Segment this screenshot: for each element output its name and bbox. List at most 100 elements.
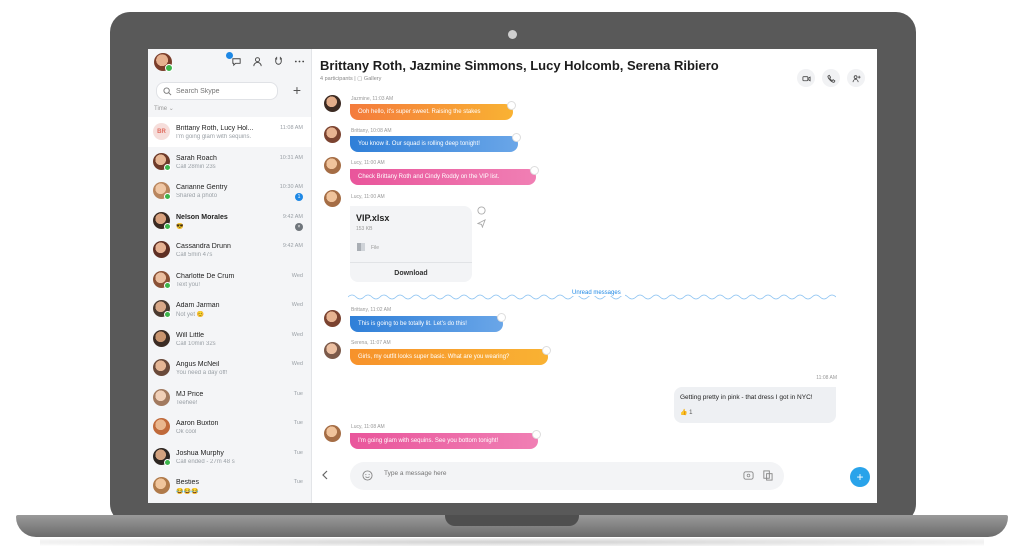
- avatar: [153, 300, 171, 318]
- message-bubble[interactable]: Girls, my outfit looks super basic. What…: [350, 346, 551, 365]
- conversation-time: Tue: [293, 420, 303, 426]
- message-text: Getting pretty in pink - that dress I go…: [680, 394, 813, 401]
- conversation-item[interactable]: Aaron Buxton Ok cool Tue: [148, 412, 311, 442]
- reaction-icon[interactable]: [532, 430, 541, 439]
- message-bubble[interactable]: You know it. Our squad is rolling deep t…: [350, 133, 521, 152]
- notification-dot: [226, 52, 233, 59]
- forward-icon[interactable]: [477, 219, 486, 228]
- message-text: I'm going glam with sequins. See you bot…: [358, 438, 499, 444]
- reaction-icon[interactable]: [542, 346, 551, 355]
- conversation-preview: I'm going glam with sequins.: [176, 134, 252, 140]
- conversation-name: Adam Jarman: [176, 302, 220, 309]
- reaction-icon[interactable]: [477, 206, 486, 215]
- conversation-item[interactable]: MJ Price Teehee! Tue: [148, 383, 311, 413]
- conversation-item[interactable]: BR Brittany Roth, Lucy Hol... I'm going …: [148, 117, 311, 147]
- avatar: [153, 152, 171, 171]
- reaction-icon[interactable]: [530, 166, 539, 175]
- conversation-name: Brittany Roth, Lucy Hol...: [176, 125, 254, 132]
- chat-bubbles-icon[interactable]: [226, 52, 242, 67]
- conversation-item[interactable]: Angus McNeil You need a day off! Wed: [148, 353, 311, 383]
- conversation-item[interactable]: Joshua Murphy Call ended - 27m 48 s Tue: [148, 442, 311, 472]
- conversation-item[interactable]: Nelson Morales 😎 9:42 AM ×: [148, 206, 311, 236]
- conversation-time: 10:30 AM: [279, 184, 303, 190]
- reaction-count[interactable]: 👍 1: [680, 409, 692, 416]
- reaction-icon[interactable]: [497, 313, 506, 322]
- dialpad-icon[interactable]: [272, 55, 284, 67]
- conversation-preview: You need a day off!: [176, 370, 228, 376]
- chevron-left-icon[interactable]: [319, 469, 331, 481]
- conversation-item[interactable]: Will Little Call 10min 32s Wed: [148, 324, 311, 354]
- conversation-item[interactable]: Carianne Gentry Shared a photo 10:30 AM …: [148, 176, 311, 206]
- presence-dot: [164, 193, 171, 200]
- conversation-preview: Call 10min 32s: [176, 340, 216, 347]
- sender-avatar: [324, 95, 341, 112]
- outgoing-message[interactable]: Getting pretty in pink - that dress I go…: [674, 387, 836, 423]
- gif-icon[interactable]: [743, 470, 754, 481]
- message-text: Ooh hello, it's super sweet. Raising the…: [358, 109, 481, 115]
- conversation-time: 9:42 AM: [282, 213, 303, 220]
- video-icon: [801, 75, 811, 81]
- muted-badge: ×: [295, 222, 303, 231]
- conversation-name: Aaron Buxton: [176, 420, 219, 427]
- conversation-time: Wed: [291, 361, 303, 367]
- presence-dot: [164, 222, 171, 230]
- message-meta: Brittany, 10:08 AM: [351, 128, 392, 134]
- conversation-name: Joshua Murphy: [176, 449, 224, 457]
- conversation-item[interactable]: Adam Jarman Not yet 😊 Wed: [148, 294, 311, 324]
- conversation-name: Besties: [176, 479, 199, 486]
- sender-avatar: [324, 190, 341, 207]
- phone-icon: [826, 74, 835, 83]
- avatar: [153, 447, 171, 466]
- presence-dot: [164, 163, 171, 171]
- message-bubble[interactable]: This is going to be totally lit. Let's d…: [350, 313, 506, 332]
- message-text: Check Brittany Roth and Cindy Roddy on t…: [358, 174, 500, 180]
- conversation-name: Sarah Roach: [176, 154, 217, 162]
- attach-file-icon[interactable]: [762, 470, 773, 481]
- audio-call-button[interactable]: [822, 69, 840, 87]
- message-bubble[interactable]: I'm going glam with sequins. See you bot…: [350, 430, 541, 449]
- conversation-list: BR Brittany Roth, Lucy Hol... I'm going …: [148, 117, 311, 501]
- my-avatar[interactable]: [154, 53, 173, 72]
- conversation-item[interactable]: Charlotte De Crum Text you! Wed: [148, 265, 311, 295]
- sort-dropdown[interactable]: Time ⌄: [154, 105, 174, 112]
- message-meta: Serena, 11:07 AM: [351, 340, 391, 346]
- emoji-icon[interactable]: [362, 470, 373, 481]
- unread-divider: Unread messages: [347, 289, 837, 300]
- new-chat-button[interactable]: +: [289, 82, 305, 98]
- add-people-button[interactable]: [847, 69, 865, 87]
- message-bubble[interactable]: Check Brittany Roth and Cindy Roddy on t…: [350, 166, 539, 185]
- skype-window: + Time ⌄ BR Brittany Roth, Lucy Hol... I…: [148, 49, 877, 503]
- file-attachment[interactable]: VIP.xlsx 153 KB File Download: [350, 206, 472, 282]
- file-size: 153 KB: [356, 226, 373, 232]
- conversation-time: 10:31 AM: [279, 154, 303, 161]
- conversation-item[interactable]: Besties 😂😂😂 Tue: [148, 471, 311, 501]
- chat-subtitle[interactable]: 4 participants | ▢ Gallery: [320, 76, 381, 82]
- sidebar-header: [148, 49, 311, 79]
- message-input[interactable]: [384, 470, 684, 477]
- file-type: File: [371, 245, 380, 251]
- more-options-icon[interactable]: [293, 55, 305, 67]
- conversation-name: Carianne Gentry: [176, 184, 228, 191]
- reaction-icon[interactable]: [507, 101, 516, 110]
- sender-avatar: [324, 342, 341, 359]
- search-input[interactable]: [176, 87, 266, 95]
- conversation-time: Tue: [293, 449, 303, 456]
- conversation-preview: 😂😂😂: [176, 489, 199, 495]
- send-button[interactable]: +: [850, 467, 870, 487]
- presence-dot: [165, 64, 173, 72]
- video-call-button[interactable]: [797, 69, 815, 87]
- conversation-preview: Call ended - 27m 48 s: [176, 458, 235, 465]
- message-bubble[interactable]: Ooh hello, it's super sweet. Raising the…: [350, 101, 516, 120]
- sender-avatar: [324, 425, 341, 442]
- search-box[interactable]: [156, 82, 278, 100]
- conversation-item[interactable]: Cassandra Drunn Call 5min 47s 9:42 AM: [148, 235, 311, 265]
- download-button[interactable]: Download: [350, 262, 472, 283]
- contacts-icon[interactable]: [251, 55, 263, 67]
- conversation-preview: 😎: [176, 223, 184, 230]
- reaction-icon[interactable]: [512, 133, 521, 142]
- conversation-item[interactable]: Sarah Roach Call 28min 23s 10:31 AM: [148, 147, 311, 177]
- sender-avatar: [324, 157, 341, 174]
- add-person-icon: [852, 74, 861, 82]
- conversation-name: Will Little: [176, 331, 205, 339]
- message-composer: [350, 462, 784, 490]
